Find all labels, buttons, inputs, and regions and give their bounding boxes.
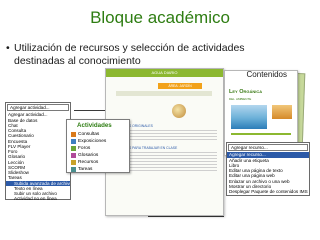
bullet-line-1: Utilización de recursos y selección de a… [14,42,245,54]
bullet-line-2: destinadas al conocimiento [14,55,141,67]
slide-title: Bloque académico [90,8,230,27]
page-avatar [172,104,186,118]
activity-type-label: Glosarios [78,153,99,158]
book-card-side-thumb [272,105,292,119]
activity-type-item[interactable]: Exposiciones [71,138,123,145]
activity-type-label: Tareas [78,167,93,172]
bullet-text: Utilización de recursos y selección de a… [14,42,314,68]
activity-type-item[interactable]: Tareas [71,166,123,173]
activity-type-item[interactable]: Foros [71,145,123,152]
activity-option[interactable]: Actividad no en línea [6,196,70,201]
page-header: AGUA DIARIO [106,69,223,77]
activity-type-label: Consultas [78,132,100,137]
activity-type-icon [71,167,76,172]
activity-type-item[interactable]: Consultas [71,131,123,138]
activities-popup: Actividades Consultas Exposiciones Foros Gl… [66,119,130,173]
activity-type-label: Foros [78,146,91,151]
resource-dropdown[interactable]: Agregar recurso... Agregar recurso... Añad… [226,142,310,196]
activity-type-icon [71,139,76,144]
activity-type-icon [71,132,76,137]
activity-type-item[interactable]: Glosarios [71,152,123,159]
activity-type-icon [71,153,76,158]
book-card-title: Ley Orgánica [229,89,263,95]
activity-type-icon [71,160,76,165]
activity-type-item[interactable]: Recursos [71,159,123,166]
page-subheader: ÁREA: JARDÍN [158,83,202,89]
book-card-subtitle: del ambiente [229,96,252,101]
activity-dropdown-header[interactable]: Agregar actividad... [7,104,69,112]
activity-option[interactable]: Subida avanzada de archivos [6,180,70,186]
book-card-footer [231,133,291,135]
connector-bottom [148,216,224,217]
resource-dropdown-header[interactable]: Agregar recurso... [228,144,308,152]
page-banner [116,91,212,96]
activity-type-icon [71,146,76,151]
activity-dropdown[interactable]: Agregar actividad... Agregar actividad...… [5,102,71,201]
activity-type-label: Exposiciones [78,139,107,144]
bullet-mark: • [6,42,10,54]
book-card-label: Contenidos [246,70,287,79]
book-card-image [231,105,267,129]
activities-popup-title: Actividades [77,122,112,129]
resource-option[interactable]: Desplegar Paquete de contenidos IMS [227,189,309,194]
activity-type-label: Recursos [78,160,99,165]
